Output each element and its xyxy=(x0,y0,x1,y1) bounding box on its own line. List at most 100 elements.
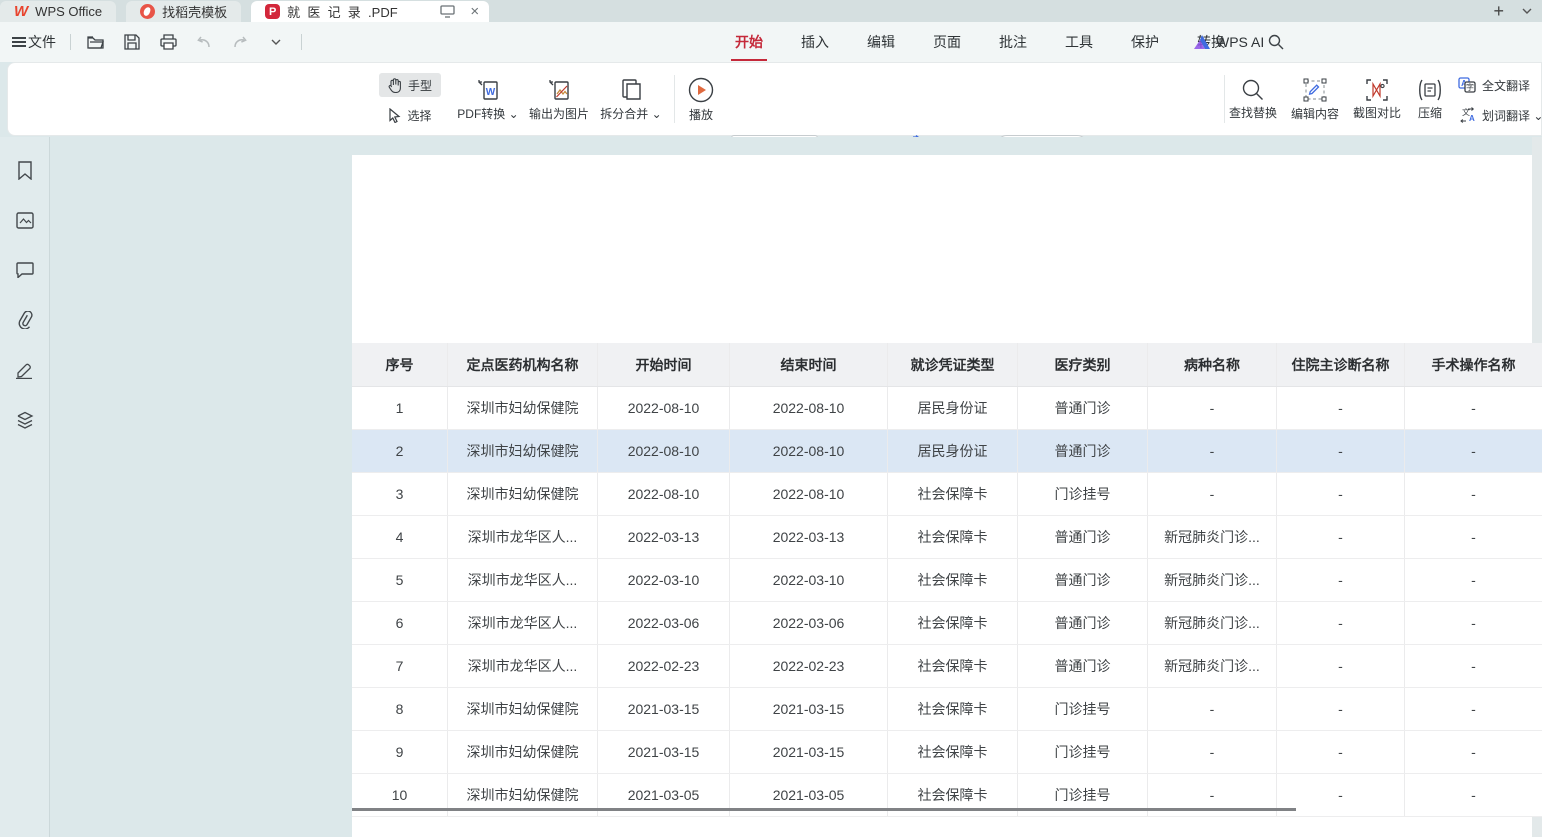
redo-icon[interactable] xyxy=(229,31,251,53)
menu-edit[interactable]: 编辑 xyxy=(865,30,897,54)
table-cell: - xyxy=(1405,430,1542,472)
menu-page[interactable]: 页面 xyxy=(931,30,963,54)
tab-list-chevron-icon[interactable] xyxy=(1516,0,1538,22)
compress-button[interactable]: 压缩 xyxy=(1406,71,1454,129)
table-cell: 深圳市龙华区人... xyxy=(448,645,598,687)
screenshot-compare-button[interactable]: 截图对比 xyxy=(1346,71,1408,129)
export-image-button[interactable]: 输出为图片 xyxy=(522,71,596,129)
table-cell: 2022-03-10 xyxy=(730,559,888,601)
export-image-icon xyxy=(547,78,571,102)
monitor-icon[interactable] xyxy=(436,1,458,23)
tab-docer-template[interactable]: 找稻壳模板 xyxy=(126,1,241,22)
tab-pdf-document[interactable]: P 就 医 记 录 .PDF × xyxy=(251,1,489,22)
layers-icon[interactable] xyxy=(12,407,38,433)
table-cell: - xyxy=(1148,688,1277,730)
pdf-file-icon: P xyxy=(265,4,280,19)
open-file-icon[interactable] xyxy=(85,31,107,53)
new-tab-button[interactable]: + xyxy=(1489,2,1508,20)
table-cell: 深圳市妇幼保健院 xyxy=(448,387,598,429)
table-header-cell: 病种名称 xyxy=(1148,343,1277,386)
table-cell: 门诊挂号 xyxy=(1018,473,1148,515)
table-cell: 2022-03-06 xyxy=(730,602,888,644)
edit-content-button[interactable]: 编辑内容 xyxy=(1284,71,1346,129)
table-cell: 普通门诊 xyxy=(1018,430,1148,472)
tab-close-icon[interactable]: × xyxy=(470,3,479,20)
find-replace-button[interactable]: 查找替换 xyxy=(1222,71,1284,129)
thumbnail-icon[interactable] xyxy=(12,207,38,233)
table-body: 1深圳市妇幼保健院2022-08-102022-08-10居民身份证普通门诊--… xyxy=(352,387,1542,817)
play-button[interactable]: 播放 xyxy=(676,71,726,129)
save-icon[interactable] xyxy=(121,31,143,53)
table-cell: 9 xyxy=(352,731,448,773)
table-cell: 2 xyxy=(352,430,448,472)
table-cell: - xyxy=(1405,731,1542,773)
divider xyxy=(70,34,71,50)
pdf-convert-button[interactable]: W PDF转换 ⌄ xyxy=(456,71,520,129)
table-cell: 2022-08-10 xyxy=(598,473,730,515)
table-row: 8深圳市妇幼保健院2021-03-152021-03-15社会保障卡门诊挂号--… xyxy=(352,688,1542,731)
global-search-button[interactable] xyxy=(1268,22,1284,62)
select-tool-button[interactable]: 选择 xyxy=(379,103,441,127)
split-merge-icon xyxy=(619,78,643,102)
table-header-cell: 序号 xyxy=(352,343,448,386)
table-cell: 社会保障卡 xyxy=(888,602,1018,644)
table-row: 3深圳市妇幼保健院2022-08-102022-08-10社会保障卡门诊挂号--… xyxy=(352,473,1542,516)
table-cell: - xyxy=(1277,559,1405,601)
wps-logo-icon: W xyxy=(14,3,28,20)
table-cell: 8 xyxy=(352,688,448,730)
menu-home[interactable]: 开始 xyxy=(733,30,765,54)
menu-protect[interactable]: 保护 xyxy=(1129,30,1161,54)
undo-icon[interactable] xyxy=(193,31,215,53)
menu-comment[interactable]: 批注 xyxy=(997,30,1029,54)
edit-content-label: 编辑内容 xyxy=(1291,105,1339,122)
table-cell: 2022-02-23 xyxy=(730,645,888,687)
more-actions-chevron-icon[interactable] xyxy=(265,31,287,53)
table-header-cell: 手术操作名称 xyxy=(1405,343,1542,386)
table-row: 6深圳市龙华区人...2022-03-062022-03-06社会保障卡普通门诊… xyxy=(352,602,1542,645)
table-cell: - xyxy=(1405,688,1542,730)
table-cell: 新冠肺炎门诊... xyxy=(1148,516,1277,558)
word-translate-button[interactable]: 文A 划词翻译 ⌄ xyxy=(1458,103,1542,127)
signature-pen-icon[interactable] xyxy=(12,357,38,383)
table-cell: - xyxy=(1277,387,1405,429)
split-merge-label: 拆分合并 xyxy=(600,107,648,121)
edit-content-icon xyxy=(1303,78,1327,102)
bookmark-icon[interactable] xyxy=(12,157,38,183)
tab-label: 就 医 记 录 .PDF xyxy=(287,2,398,21)
full-translate-button[interactable]: A字 全文翻译 xyxy=(1458,73,1530,97)
file-menu-button[interactable]: 文件 xyxy=(12,32,56,52)
tab-wps-office[interactable]: W WPS Office xyxy=(0,1,116,22)
print-icon[interactable] xyxy=(157,31,179,53)
divider xyxy=(674,75,675,123)
table-cell: 3 xyxy=(352,473,448,515)
search-icon xyxy=(1268,34,1284,50)
table-cell: - xyxy=(1277,430,1405,472)
split-merge-button[interactable]: 拆分合并 ⌄ xyxy=(596,71,666,129)
table-cell: 2022-08-10 xyxy=(730,430,888,472)
table-cell: - xyxy=(1405,774,1542,816)
ribbon-menus: 开始 插入 编辑 页面 批注 工具 保护 转换 xyxy=(733,22,1227,62)
hand-tool-button[interactable]: 手型 xyxy=(379,73,441,97)
menu-tools[interactable]: 工具 xyxy=(1063,30,1095,54)
table-cell: 6 xyxy=(352,602,448,644)
menu-insert[interactable]: 插入 xyxy=(799,30,831,54)
table-header-cell: 开始时间 xyxy=(598,343,730,386)
ribbon-toolbar: 手型 选择 W PDF转换 ⌄ 输出为图片 拆分合并 ⌄ 播放 105.88% xyxy=(7,62,1542,136)
table-cell: 普通门诊 xyxy=(1018,516,1148,558)
table-cell: 深圳市龙华区人... xyxy=(448,516,598,558)
table-cell: 深圳市龙华区人... xyxy=(448,602,598,644)
table-header-cell: 结束时间 xyxy=(730,343,888,386)
window-tab-bar: W WPS Office 找稻壳模板 P 就 医 记 录 .PDF × + xyxy=(0,0,1542,22)
table-row: 7深圳市龙华区人...2022-02-232022-02-23社会保障卡普通门诊… xyxy=(352,645,1542,688)
wps-ai-button[interactable]: WPS AI xyxy=(1194,22,1264,62)
table-header-cell: 住院主诊断名称 xyxy=(1277,343,1405,386)
table-cell: 7 xyxy=(352,645,448,687)
table-cell: 深圳市龙华区人... xyxy=(448,559,598,601)
attachment-icon[interactable] xyxy=(12,307,38,333)
table-cell: 社会保障卡 xyxy=(888,559,1018,601)
table-cell: 新冠肺炎门诊... xyxy=(1148,645,1277,687)
hamburger-icon xyxy=(12,37,26,47)
table-cell: 社会保障卡 xyxy=(888,731,1018,773)
comment-icon[interactable] xyxy=(12,257,38,283)
table-cell: - xyxy=(1405,645,1542,687)
